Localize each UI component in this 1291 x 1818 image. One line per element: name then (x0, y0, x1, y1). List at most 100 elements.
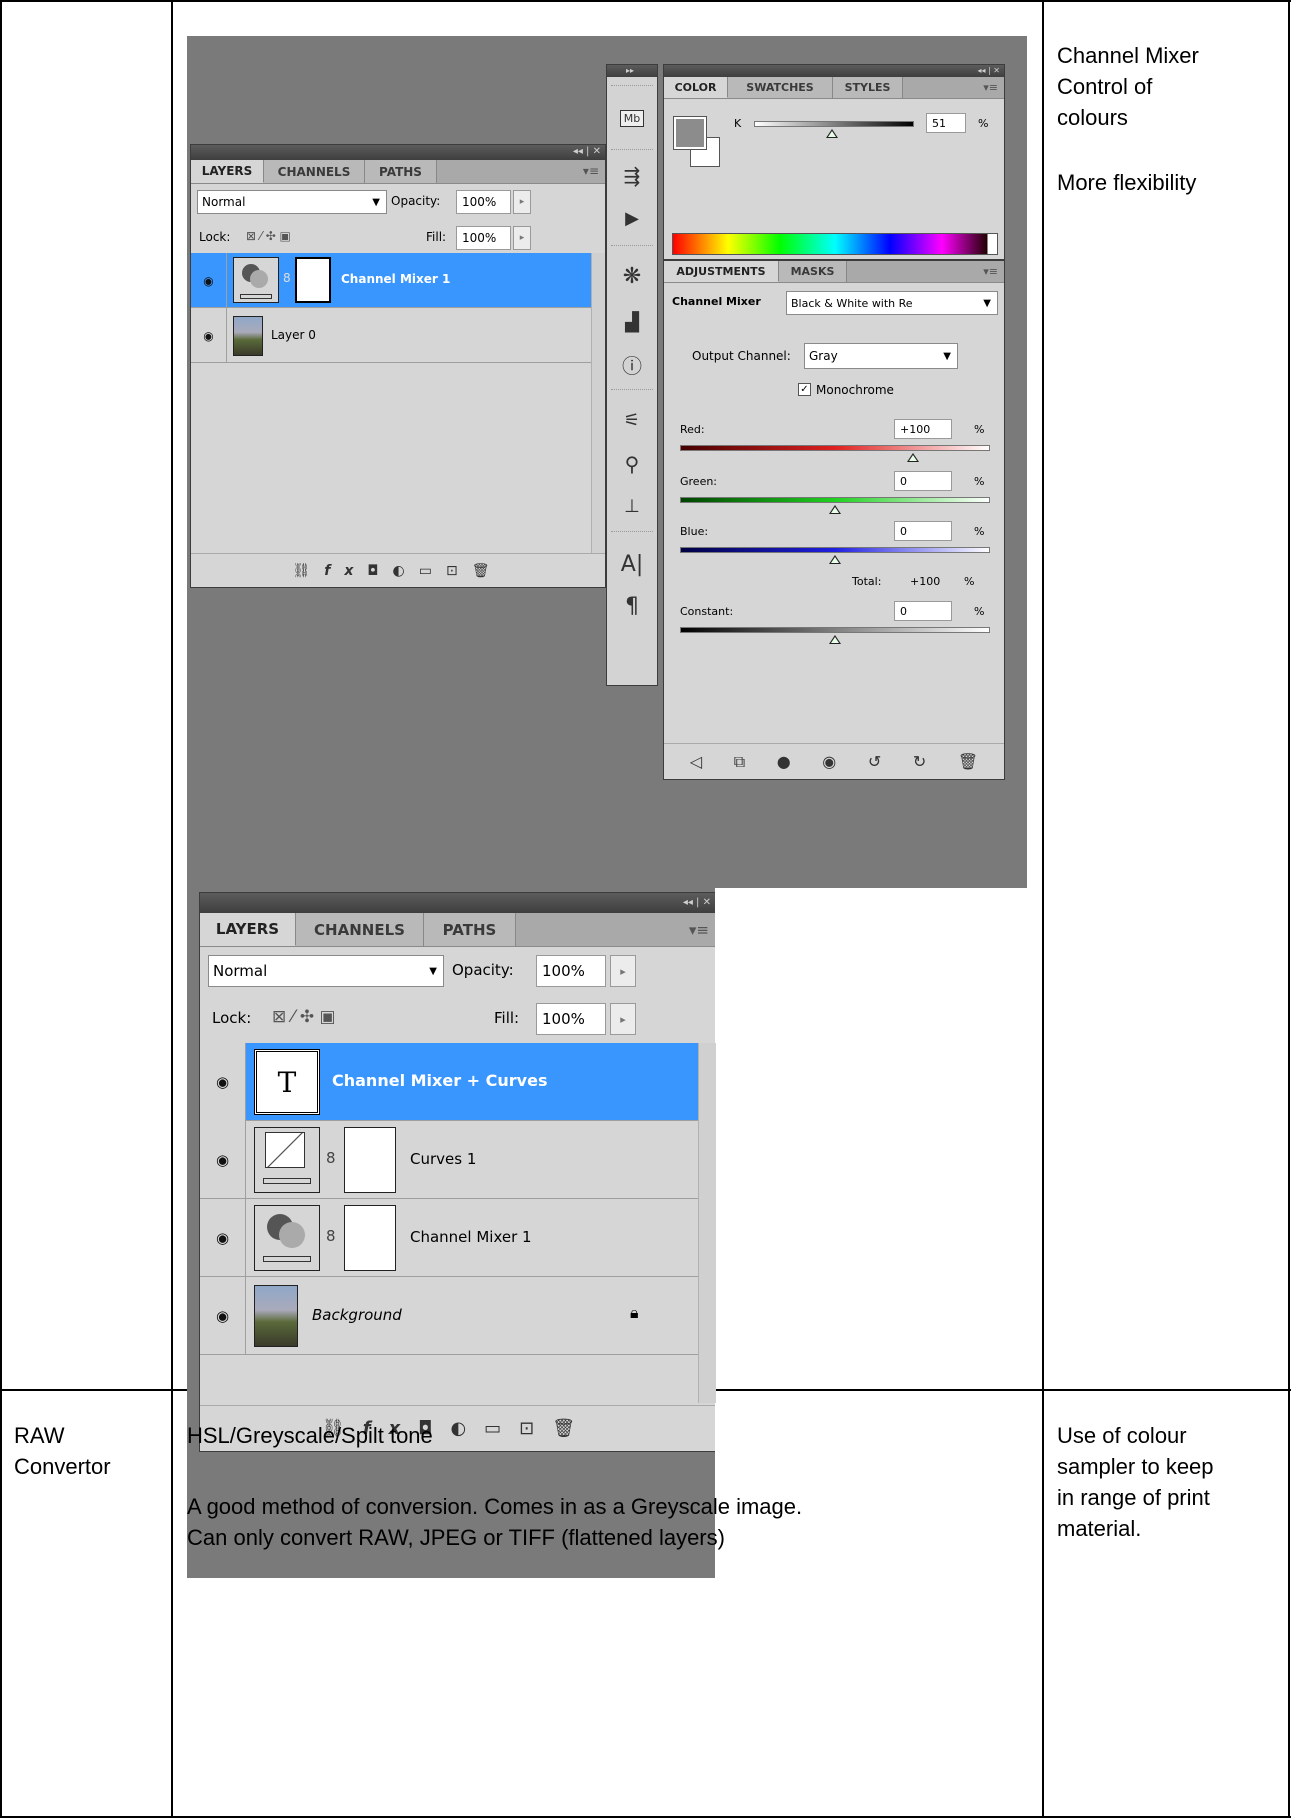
visibility-eye-icon[interactable]: ◉ (191, 253, 227, 308)
layer-row[interactable]: ◉ T Channel Mixer + Curves (200, 1043, 698, 1121)
panel-menu-icon[interactable]: ▾≡ (983, 81, 998, 94)
trash-icon[interactable]: 🗑 (472, 563, 504, 579)
history-icon[interactable]: ⇶ (607, 161, 657, 191)
lock-icons[interactable]: ⊠ ⁄ ✣ ▣ (272, 1007, 336, 1027)
new-group-icon[interactable]: ▭ (419, 563, 446, 579)
tab-color[interactable]: COLOR (664, 77, 728, 98)
slider-handle[interactable] (829, 635, 841, 644)
monochrome-checkbox[interactable]: ✓ (798, 383, 811, 396)
fill-stepper-button[interactable]: ▸ (610, 1003, 636, 1035)
tab-paths[interactable]: PATHS (424, 913, 516, 946)
preset-select[interactable]: Black & White with Re ▼ (786, 291, 998, 315)
mask-toggle-icon[interactable]: ● (777, 752, 791, 771)
link-icon: 8 (283, 271, 291, 285)
foreground-swatch[interactable] (673, 116, 707, 150)
navigator-icon[interactable]: ❋ (607, 261, 657, 291)
layer-row[interactable]: ◉ Background 🔒︎ (200, 1277, 698, 1355)
green-slider[interactable] (680, 497, 990, 503)
clone-source-icon[interactable]: ⚲ (607, 449, 657, 479)
panel-menu-icon[interactable]: ▾≡ (583, 164, 599, 178)
visibility-eye-icon[interactable]: ◉ (191, 308, 227, 363)
monochrome-label: Monochrome (816, 383, 894, 397)
row2-notes-cell: Use of colour sampler to keep in range o… (1057, 1420, 1282, 1544)
panel-footer: ⛓ fx ◘ ◐ ▭ ⊡ 🗑 (191, 553, 605, 587)
lock-icons[interactable]: ⊠ ⁄ ✣ ▣ (246, 229, 291, 243)
slider-handle[interactable] (826, 129, 838, 138)
tab-layers[interactable]: LAYERS (191, 160, 264, 183)
fill-stepper-button[interactable]: ▸ (513, 226, 531, 250)
fill-input[interactable]: 100% (536, 1003, 606, 1035)
tab-paths[interactable]: PATHS (365, 160, 437, 183)
tool-presets-icon[interactable]: ⊥ (607, 491, 657, 521)
tab-styles[interactable]: STYLES (833, 77, 903, 98)
character-icon[interactable]: A| (607, 549, 657, 579)
red-slider[interactable] (680, 445, 990, 451)
tab-layers[interactable]: LAYERS (200, 913, 296, 946)
clip-icon[interactable]: ⧉ (734, 752, 745, 772)
visibility-eye-icon[interactable]: ◉ (200, 1199, 246, 1277)
opacity-stepper-button[interactable]: ▸ (610, 955, 636, 987)
brush-presets-icon[interactable]: ⚟ (607, 405, 657, 435)
link-icon: 8 (326, 1227, 336, 1245)
layer-row[interactable]: ◉ Layer 0 (191, 308, 591, 363)
mini-bridge-icon[interactable]: Mb (607, 103, 657, 133)
opacity-stepper-button[interactable]: ▸ (513, 190, 531, 214)
info-icon[interactable]: ⓘ (607, 349, 657, 379)
color-spectrum-bar[interactable] (672, 233, 998, 255)
blue-slider[interactable] (680, 547, 990, 553)
fill-input[interactable]: 100% (456, 226, 511, 250)
fill-label: Fill: (494, 1009, 520, 1027)
output-channel-value: Gray (809, 349, 838, 363)
output-channel-select[interactable]: Gray ▼ (804, 343, 958, 369)
visibility-eye-icon[interactable]: ◉ (822, 752, 836, 771)
adjustment-title: Channel Mixer (672, 295, 761, 308)
fill-value: 100% (542, 1010, 585, 1028)
new-adjustment-icon[interactable]: ◐ (393, 563, 419, 579)
reset-icon[interactable]: ↻ (913, 752, 926, 771)
trash-icon[interactable]: 🗑 (958, 752, 978, 771)
blue-input[interactable]: 0 (894, 521, 952, 541)
layers-scrollbar[interactable] (698, 1043, 716, 1403)
slider-handle[interactable] (829, 555, 841, 564)
panel-menu-icon[interactable]: ▾≡ (983, 265, 998, 278)
panel-menu-icon[interactable]: ▾≡ (689, 921, 709, 939)
note-line: Channel Mixer (1057, 43, 1199, 68)
blend-mode-select[interactable]: Normal ▼ (208, 955, 444, 987)
visibility-eye-icon[interactable]: ◉ (200, 1043, 246, 1121)
curves-thumbnail (254, 1127, 320, 1193)
opacity-input[interactable]: 100% (456, 190, 511, 214)
layer-row[interactable]: ◉ 8 Channel Mixer 1 (191, 253, 591, 308)
layer-row[interactable]: ◉ 8 Curves 1 (200, 1121, 698, 1199)
tab-channels[interactable]: CHANNELS (296, 913, 424, 946)
add-mask-icon[interactable]: ◘ (367, 563, 392, 579)
view-previous-icon[interactable]: ↺ (868, 752, 881, 771)
visibility-eye-icon[interactable]: ◉ (200, 1277, 246, 1355)
constant-slider[interactable] (680, 627, 990, 633)
constant-input[interactable]: 0 (894, 601, 952, 621)
fill-value: 100% (462, 231, 497, 245)
k-slider[interactable] (754, 121, 914, 127)
paragraph-icon[interactable]: ¶ (607, 591, 657, 621)
green-input[interactable]: 0 (894, 471, 952, 491)
red-input[interactable]: +100 (894, 419, 952, 439)
tab-swatches[interactable]: SWATCHES (728, 77, 833, 98)
histogram-icon[interactable]: ▟ (607, 307, 657, 337)
slider-handle[interactable] (907, 453, 919, 462)
opacity-input[interactable]: 100% (536, 955, 606, 987)
layer-row[interactable]: ◉ 8 Channel Mixer 1 (200, 1199, 698, 1277)
tab-masks[interactable]: MASKS (779, 261, 847, 282)
slider-handle[interactable] (829, 505, 841, 514)
k-input[interactable]: 51 (926, 113, 966, 133)
new-layer-icon[interactable]: ⊡ (446, 563, 472, 579)
actions-icon[interactable]: ▶ (607, 203, 657, 233)
blend-mode-select[interactable]: Normal ▼ (197, 190, 387, 214)
paragraph-glyph: ¶ (625, 593, 639, 619)
tab-channels[interactable]: CHANNELS (264, 160, 365, 183)
link-layers-icon[interactable]: ⛓ (293, 563, 325, 579)
fx-icon[interactable]: fx (324, 563, 367, 579)
visibility-eye-icon[interactable]: ◉ (200, 1121, 246, 1199)
layers-scrollbar[interactable] (591, 253, 605, 553)
panel-dock: ▸▸ Mb ⇶ ▶ ❋ ▟ ⓘ ⚟ ⚲ ⊥ A| ¶ (606, 64, 658, 686)
tab-adjustments[interactable]: ADJUSTMENTS (664, 261, 779, 282)
back-arrow-icon[interactable]: ◁ (690, 752, 702, 771)
